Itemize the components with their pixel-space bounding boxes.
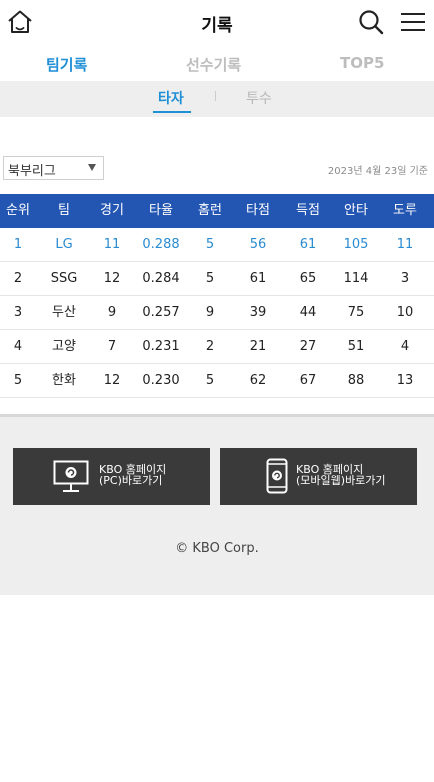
- copyright-text: © KBO Corp.: [175, 541, 259, 556]
- cell-rbi: 61: [249, 271, 267, 286]
- league-select[interactable]: 북부리그: [3, 156, 104, 180]
- col-header-hr: 홈런: [198, 203, 222, 218]
- base-date: 2023년 4월 23일 기준: [327, 166, 428, 177]
- cell-sb: 13: [396, 373, 414, 388]
- cell-team: 한화: [52, 373, 76, 388]
- app-header: 기록: [0, 0, 434, 44]
- cell-rbi: 56: [249, 237, 267, 252]
- sub-tab-batter[interactable]: 타자: [158, 88, 184, 108]
- cell-rank: 4: [13, 339, 23, 354]
- cell-games: 7: [107, 339, 117, 354]
- home-icon: [8, 10, 32, 33]
- kbo-pc-site-button[interactable]: KBO 홈페이지 (PC)바로가기: [13, 448, 210, 505]
- cell-team: 고양: [52, 339, 76, 354]
- cell-games: 9: [107, 305, 117, 320]
- monitor-icon: [53, 460, 89, 492]
- kbo-mobile-button-line2: (모바일웹)바로가기: [296, 474, 386, 487]
- hamburger-menu-icon: [401, 13, 425, 31]
- table-row: 4 고양 7 0.231 2 21 27 51 4: [0, 330, 434, 364]
- cell-avg: 0.230: [142, 373, 180, 388]
- cell-runs: 61: [299, 237, 317, 252]
- cell-rank: 5: [13, 373, 23, 388]
- kbo-pc-button-line2: (PC)바로가기: [99, 474, 163, 487]
- search-icon: [359, 10, 384, 35]
- cell-sb: 4: [400, 339, 410, 354]
- record-type-tabs: 팀기록 선수기록 TOP5: [0, 50, 434, 80]
- col-header-hits: 안타: [344, 203, 368, 218]
- col-header-games: 경기: [100, 203, 124, 218]
- position-sub-tabs: 타자 투수: [0, 81, 434, 117]
- league-select-value: 북부리그: [8, 164, 56, 179]
- cell-sb: 3: [400, 271, 410, 286]
- cell-runs: 67: [299, 373, 317, 388]
- sub-tab-pitcher[interactable]: 투수: [246, 88, 272, 108]
- cell-team: 두산: [52, 305, 76, 320]
- table-row: 3 두산 9 0.257 9 39 44 75 10: [0, 296, 434, 330]
- table-row: 2 SSG 12 0.284 5 61 65 114 3: [0, 262, 434, 296]
- table-header: 순위 팀 경기 타율 홈런 타점 득점 안타 도루: [0, 194, 434, 228]
- search-button[interactable]: [357, 8, 385, 36]
- cell-hr: 5: [205, 237, 215, 252]
- tab-team-records[interactable]: 팀기록: [46, 54, 87, 75]
- cell-avg: 0.231: [142, 339, 180, 354]
- footer: KBO 홈페이지 (PC)바로가기 KBO 홈페이지 (모바일웹)바로가기 © …: [0, 414, 434, 595]
- cell-hits: 75: [347, 305, 365, 320]
- cell-hr: 2: [205, 339, 215, 354]
- cell-runs: 27: [299, 339, 317, 354]
- cell-hits: 105: [343, 237, 369, 252]
- cell-rank: 1: [13, 237, 23, 252]
- tab-top5[interactable]: TOP5: [340, 54, 384, 72]
- col-header-avg: 타율: [149, 203, 173, 218]
- kbo-mobile-button-label: KBO 홈페이지 (모바일웹)바로가기: [296, 464, 386, 486]
- cell-rank: 3: [13, 305, 23, 320]
- cell-hits: 51: [347, 339, 365, 354]
- col-header-rbi: 타점: [246, 203, 270, 218]
- table-row: 1 LG 11 0.288 5 56 61 105 11: [0, 228, 434, 262]
- cell-rbi: 62: [249, 373, 267, 388]
- cell-sb: 10: [396, 305, 414, 320]
- cell-sb: 11: [396, 237, 414, 252]
- team-batting-table: 순위 팀 경기 타율 홈런 타점 득점 안타 도루 1 LG 11 0.288 …: [0, 194, 434, 398]
- dropdown-arrow-icon: [88, 164, 96, 171]
- table-row: 5 한화 12 0.230 5 62 67 88 13: [0, 364, 434, 398]
- active-sub-tab-underline: [153, 111, 191, 113]
- smartphone-icon: [266, 458, 288, 494]
- kbo-pc-button-label: KBO 홈페이지 (PC)바로가기: [99, 464, 166, 486]
- cell-hr: 5: [205, 373, 215, 388]
- tab-player-records[interactable]: 선수기록: [186, 54, 241, 75]
- scroll-fade: [410, 194, 434, 228]
- cell-hits: 88: [347, 373, 365, 388]
- cell-games: 11: [103, 237, 121, 252]
- cell-rank: 2: [13, 271, 23, 286]
- cell-runs: 65: [299, 271, 317, 286]
- cell-team: LG: [55, 237, 73, 252]
- cell-hr: 5: [205, 271, 215, 286]
- col-header-rank: 순위: [6, 203, 30, 218]
- cell-avg: 0.284: [142, 271, 180, 286]
- home-button[interactable]: [6, 9, 34, 35]
- cell-team: SSG: [50, 271, 78, 286]
- kbo-mobile-site-button[interactable]: KBO 홈페이지 (모바일웹)바로가기: [220, 448, 417, 505]
- cell-avg: 0.288: [142, 237, 180, 252]
- cell-rbi: 21: [249, 339, 267, 354]
- cell-hits: 114: [343, 271, 369, 286]
- cell-hr: 9: [205, 305, 215, 320]
- sub-tab-divider: [215, 91, 216, 101]
- cell-runs: 44: [299, 305, 317, 320]
- cell-games: 12: [103, 373, 121, 388]
- menu-button[interactable]: [398, 9, 428, 35]
- cell-rbi: 39: [249, 305, 267, 320]
- col-header-team: 팀: [58, 203, 70, 218]
- cell-avg: 0.257: [142, 305, 180, 320]
- cell-games: 12: [103, 271, 121, 286]
- col-header-runs: 득점: [296, 203, 320, 218]
